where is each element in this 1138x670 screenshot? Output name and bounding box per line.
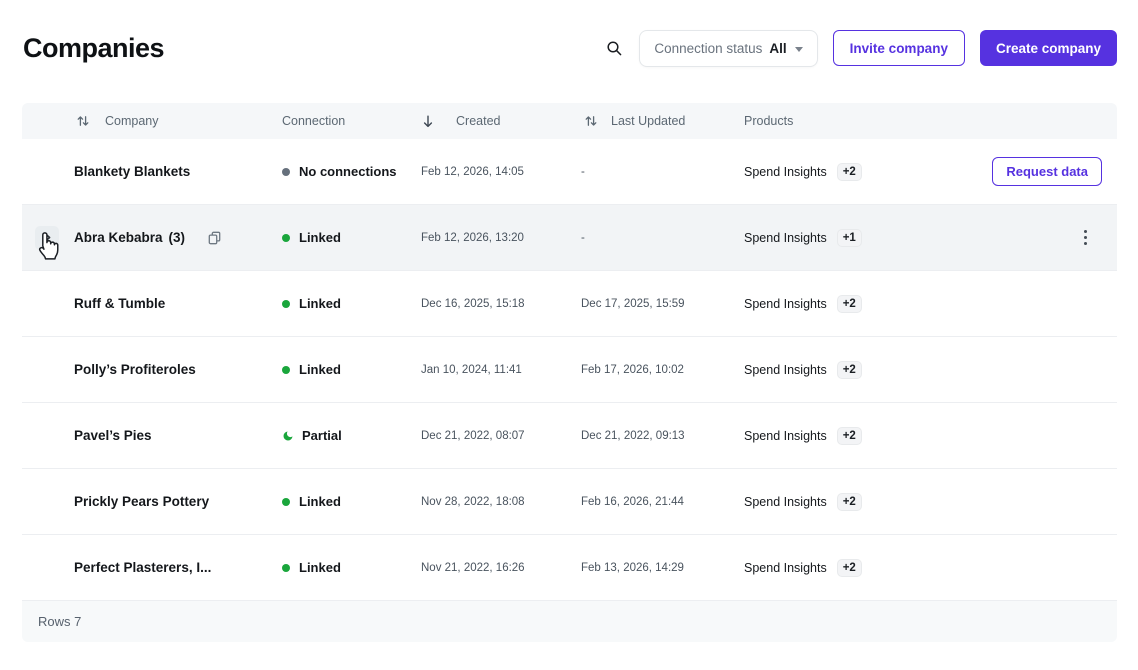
more-products-badge: +2 xyxy=(837,559,862,577)
created-date: Feb 12, 2026, 13:20 xyxy=(421,232,581,244)
product-name: Spend Insights xyxy=(744,297,827,311)
connection-status-label: Linked xyxy=(299,494,341,509)
column-header-created[interactable]: Created xyxy=(421,114,581,129)
copy-icon xyxy=(207,230,222,246)
toolbar-controls: Connection status All Invite company Cre… xyxy=(604,30,1117,67)
table-row[interactable]: Ruff & Tumble Linked Dec 16, 2025, 15:18… xyxy=(22,271,1117,337)
request-data-button[interactable]: Request data xyxy=(992,157,1102,186)
column-label: Last Updated xyxy=(611,114,685,128)
top-bar: Companies Connection status All Invite c… xyxy=(0,0,1138,70)
status-dot-green xyxy=(282,234,290,242)
connection-status-label: Partial xyxy=(302,428,342,443)
status-dot-green xyxy=(282,498,290,506)
column-label: Created xyxy=(456,114,500,128)
company-name: Abra Kebabra xyxy=(74,230,163,245)
expand-row-button[interactable] xyxy=(35,226,59,250)
product-name: Spend Insights xyxy=(744,231,827,245)
table-footer: Rows 7 xyxy=(22,601,1117,642)
product-name: Spend Insights xyxy=(744,561,827,575)
status-dot-green xyxy=(282,366,290,374)
column-label: Company xyxy=(105,114,159,128)
table-body: Blankety Blankets No connections Feb 12,… xyxy=(22,139,1117,601)
created-date: Feb 12, 2026, 14:05 xyxy=(421,166,581,178)
table-row[interactable]: Polly’s Profiteroles Linked Jan 10, 2024… xyxy=(22,337,1117,403)
chevron-right-icon xyxy=(42,232,53,243)
company-name: Polly’s Profiteroles xyxy=(74,362,196,377)
partial-connection-icon xyxy=(282,430,294,442)
table-header: Company Connection Created Last Updated … xyxy=(22,103,1117,139)
filter-label: Connection status xyxy=(654,41,762,56)
last-updated-date: Feb 16, 2026, 21:44 xyxy=(581,496,744,508)
last-updated-date: Feb 17, 2026, 10:02 xyxy=(581,364,744,376)
last-updated-date: Dec 17, 2025, 15:59 xyxy=(581,298,744,310)
column-label: Connection xyxy=(282,114,345,128)
create-company-button[interactable]: Create company xyxy=(980,30,1117,66)
companies-table: Company Connection Created Last Updated … xyxy=(22,103,1117,642)
product-name: Spend Insights xyxy=(744,165,827,179)
status-dot-green xyxy=(282,300,290,308)
table-row[interactable]: Blankety Blankets No connections Feb 12,… xyxy=(22,139,1117,205)
company-name: Blankety Blankets xyxy=(74,164,190,179)
column-label: Products xyxy=(744,114,793,128)
product-name: Spend Insights xyxy=(744,495,827,509)
product-name: Spend Insights xyxy=(744,363,827,377)
sort-updown-icon xyxy=(584,114,598,128)
created-date: Jan 10, 2024, 11:41 xyxy=(421,364,581,376)
last-updated-date: - xyxy=(581,232,744,244)
more-products-badge: +2 xyxy=(837,163,862,181)
more-products-badge: +2 xyxy=(837,295,862,313)
table-row[interactable]: Perfect Plasterers, I... Linked Nov 21, … xyxy=(22,535,1117,601)
created-date: Nov 21, 2022, 16:26 xyxy=(421,562,581,574)
sort-desc-icon xyxy=(421,114,435,129)
more-products-badge: +2 xyxy=(837,493,862,511)
more-products-badge: +2 xyxy=(837,427,862,445)
more-products-badge: +1 xyxy=(837,229,862,247)
status-dot-green xyxy=(282,564,290,572)
status-dot-gray xyxy=(282,168,290,176)
connection-status-label: Linked xyxy=(299,230,341,245)
connection-status-label: Linked xyxy=(299,560,341,575)
column-header-company[interactable]: Company xyxy=(22,114,282,128)
company-name: Ruff & Tumble xyxy=(74,296,165,311)
connection-status-label: Linked xyxy=(299,362,341,377)
more-products-badge: +2 xyxy=(837,361,862,379)
last-updated-date: Feb 13, 2026, 14:29 xyxy=(581,562,744,574)
chevron-down-icon xyxy=(795,47,803,52)
rows-count-label: Rows 7 xyxy=(38,614,81,629)
created-date: Nov 28, 2022, 18:08 xyxy=(421,496,581,508)
table-row[interactable]: Abra Kebabra (3) Linked Feb 12, 2026, 13… xyxy=(22,205,1117,271)
invite-company-button[interactable]: Invite company xyxy=(833,30,965,66)
column-header-last-updated[interactable]: Last Updated xyxy=(581,114,744,128)
page-title: Companies xyxy=(23,33,164,64)
created-date: Dec 21, 2022, 08:07 xyxy=(421,430,581,442)
column-header-connection: Connection xyxy=(282,114,421,128)
connection-status-label: No connections xyxy=(299,164,397,179)
company-name: Pavel’s Pies xyxy=(74,428,152,443)
sort-updown-icon xyxy=(76,114,90,128)
product-name: Spend Insights xyxy=(744,429,827,443)
copy-button[interactable] xyxy=(207,230,222,246)
filter-value: All xyxy=(769,41,786,56)
column-header-products: Products xyxy=(744,114,894,128)
last-updated-date: - xyxy=(581,166,744,178)
created-date: Dec 16, 2025, 15:18 xyxy=(421,298,581,310)
last-updated-date: Dec 21, 2022, 09:13 xyxy=(581,430,744,442)
search-icon[interactable] xyxy=(604,38,624,58)
table-row[interactable]: Pavel’s Pies Partial Dec 21, 2022, 08:07… xyxy=(22,403,1117,469)
table-row[interactable]: Prickly Pears Pottery Linked Nov 28, 202… xyxy=(22,469,1117,535)
company-name: Prickly Pears Pottery xyxy=(74,494,209,509)
connection-status-label: Linked xyxy=(299,296,341,311)
connection-status-filter[interactable]: Connection status All xyxy=(639,30,817,67)
company-count: (3) xyxy=(169,230,186,245)
company-name: Perfect Plasterers, I... xyxy=(74,560,211,575)
kebab-menu-icon[interactable] xyxy=(1080,226,1091,249)
